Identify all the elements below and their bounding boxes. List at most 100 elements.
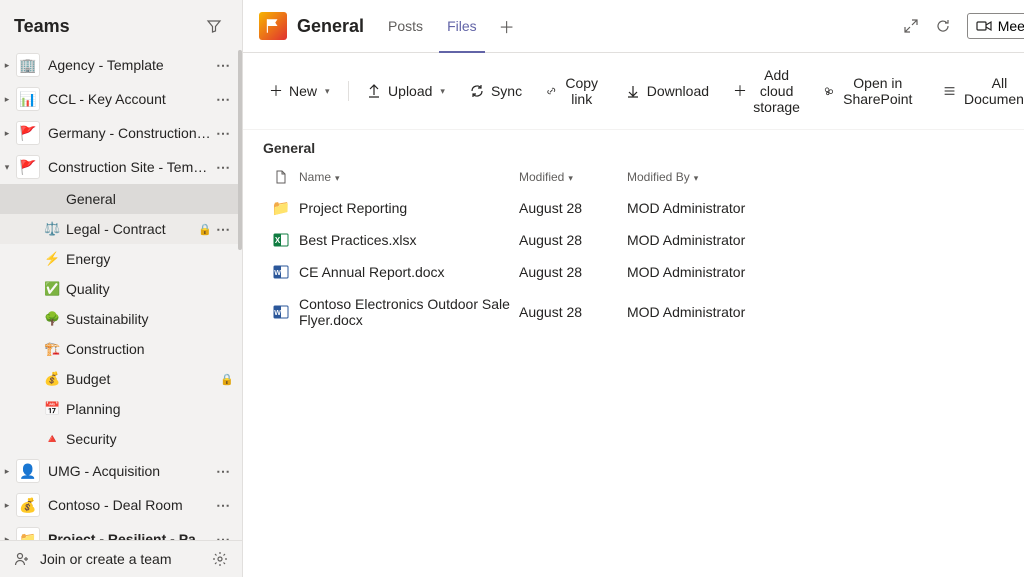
new-label: New <box>289 83 317 99</box>
col-name[interactable]: Name▾ <box>299 170 519 184</box>
list-icon <box>943 83 956 99</box>
more-button[interactable]: ⋯ <box>212 125 234 142</box>
table-row[interactable]: 📁 Project Reporting August 28 MOD Admini… <box>263 192 1024 224</box>
channel-row[interactable]: 💰 Budget 🔒 <box>0 364 242 394</box>
upload-label: Upload <box>388 83 432 99</box>
table-row[interactable]: W Contoso Electronics Outdoor Sale Flyer… <box>263 288 1024 336</box>
col-modifiedby-label: Modified By <box>627 170 690 184</box>
caret-icon: ▸ <box>2 500 12 511</box>
sharepoint-label: Open in SharePoint <box>840 75 915 107</box>
settings-button[interactable] <box>212 551 228 567</box>
team-name: Project - Resilient - Paris <box>48 531 212 540</box>
team-avatar: 📁 <box>16 527 40 540</box>
view-selector-button[interactable]: All Documents ▾ <box>933 69 1024 113</box>
channel-row[interactable]: ⚡ Energy <box>0 244 242 274</box>
table-row[interactable]: W CE Annual Report.docx August 28 MOD Ad… <box>263 256 1024 288</box>
filter-button[interactable] <box>202 14 226 38</box>
col-modified-by[interactable]: Modified By▾ <box>627 170 1024 184</box>
channel-row[interactable]: 🌳 Sustainability <box>0 304 242 334</box>
channel-row[interactable]: 🏗️ Construction <box>0 334 242 364</box>
copy-link-button[interactable]: Copy link <box>536 69 611 113</box>
more-button[interactable]: ⋯ <box>212 159 234 176</box>
file-modified-by: MOD Administrator <box>627 232 1024 248</box>
word-icon: W <box>273 304 289 320</box>
lock-icon: 🔒 <box>198 223 212 236</box>
separator <box>348 81 349 101</box>
more-button[interactable]: ⋯ <box>212 91 234 108</box>
download-button[interactable]: Download <box>615 77 719 105</box>
join-create-team-link[interactable]: Join or create a team <box>14 551 172 567</box>
file-modified: August 28 <box>519 304 627 320</box>
open-sharepoint-button[interactable]: Open in SharePoint <box>814 69 925 113</box>
channel-header: General PostsFiles ＋ Meet <box>243 0 1024 53</box>
col-name-label: Name <box>299 170 331 184</box>
tab-label: Files <box>447 18 477 34</box>
team-name: Germany - Construction site <box>48 125 212 141</box>
table-row[interactable]: X Best Practices.xlsx August 28 MOD Admi… <box>263 224 1024 256</box>
team-row[interactable]: ▸ 💰 Contoso - Deal Room ⋯ <box>0 488 242 522</box>
plus-icon: ＋ <box>733 81 747 101</box>
file-name: Contoso Electronics Outdoor Sale Flyer.d… <box>299 296 519 328</box>
new-button[interactable]: ＋ New ▾ <box>259 75 340 107</box>
upload-button[interactable]: Upload ▾ <box>356 77 455 105</box>
team-row[interactable]: ▸ 🚩 Germany - Construction site ⋯ <box>0 116 242 150</box>
col-type[interactable] <box>263 170 299 184</box>
breadcrumb[interactable]: General <box>243 130 1024 162</box>
refresh-button[interactable] <box>927 12 959 40</box>
team-avatar: 👤 <box>16 459 40 483</box>
file-modified: August 28 <box>519 200 627 216</box>
more-button[interactable]: ⋯ <box>212 531 234 541</box>
more-button[interactable]: ⋯ <box>212 221 234 238</box>
meet-button[interactable]: Meet <box>967 13 1024 39</box>
channel-row[interactable]: 🔺 Security <box>0 424 242 454</box>
add-cloud-button[interactable]: ＋ Add cloud storage <box>723 61 810 121</box>
channel-label: Planning <box>66 401 234 417</box>
lock-icon: 🔒 <box>220 373 234 386</box>
caret-icon: ▸ <box>2 466 12 477</box>
more-button[interactable]: ⋯ <box>212 463 234 480</box>
sync-button[interactable]: Sync <box>459 77 532 105</box>
svg-text:W: W <box>274 310 281 317</box>
tab-files[interactable]: Files <box>439 8 485 44</box>
expand-button[interactable] <box>895 12 927 40</box>
copylink-label: Copy link <box>563 75 601 107</box>
add-tab-button[interactable]: ＋ <box>493 8 521 44</box>
team-avatar: 🚩 <box>16 155 40 179</box>
channel-row[interactable]: General <box>0 184 242 214</box>
team-row[interactable]: ▸ 🏢 Agency - Template ⋯ <box>0 48 242 82</box>
team-row[interactable]: ▸ 📁 Project - Resilient - Paris ⋯ <box>0 522 242 540</box>
sync-icon <box>469 83 485 99</box>
more-button[interactable]: ⋯ <box>212 57 234 74</box>
channel-emoji-icon: ✅ <box>44 281 62 297</box>
channel-row[interactable]: 📅 Planning <box>0 394 242 424</box>
channel-row[interactable]: ✅ Quality <box>0 274 242 304</box>
refresh-icon <box>935 18 951 34</box>
col-modified[interactable]: Modified▾ <box>519 170 627 184</box>
channel-emoji-icon: 💰 <box>44 371 62 387</box>
team-row[interactable]: ▸ 👤 UMG - Acquisition ⋯ <box>0 454 242 488</box>
team-avatar: 📊 <box>16 87 40 111</box>
team-name: UMG - Acquisition <box>48 463 212 479</box>
file-name: Best Practices.xlsx <box>299 232 519 248</box>
tab-posts[interactable]: Posts <box>380 8 431 44</box>
team-row[interactable]: ▾ 🚩 Construction Site - Template ⋯ <box>0 150 242 184</box>
channel-label: Construction <box>66 341 234 357</box>
excel-icon: X <box>273 232 289 248</box>
team-name: CCL - Key Account <box>48 91 212 107</box>
channel-emoji-icon: ⚖️ <box>44 221 62 237</box>
team-row[interactable]: ▸ 📊 CCL - Key Account ⋯ <box>0 82 242 116</box>
team-list[interactable]: ▸ 🏢 Agency - Template ⋯ ▸ 📊 CCL - Key Ac… <box>0 48 242 540</box>
chevron-down-icon: ▾ <box>568 173 573 183</box>
channel-emoji-icon: 🌳 <box>44 311 62 327</box>
file-modified-by: MOD Administrator <box>627 304 1024 320</box>
file-name: Project Reporting <box>299 200 519 216</box>
caret-icon: ▸ <box>2 534 12 541</box>
flag-icon <box>264 17 282 35</box>
join-label: Join or create a team <box>40 551 172 567</box>
file-modified: August 28 <box>519 264 627 280</box>
channel-row[interactable]: ⚖️ Legal - Contract 🔒⋯ <box>0 214 242 244</box>
file-modified: August 28 <box>519 232 627 248</box>
team-name: Construction Site - Template <box>48 159 212 175</box>
more-button[interactable]: ⋯ <box>212 497 234 514</box>
files-toolbar: ＋ New ▾ Upload ▾ Sync Copy link Download… <box>243 53 1024 130</box>
